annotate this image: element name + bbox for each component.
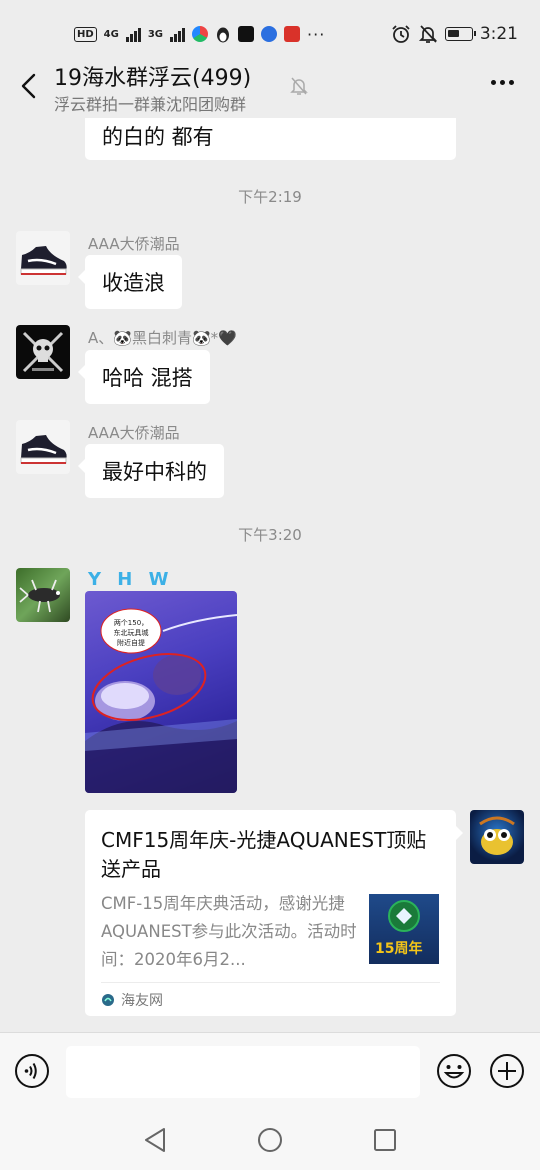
message-text: 的白的 都有 bbox=[102, 125, 214, 149]
hd-badge: HD bbox=[74, 26, 97, 42]
nav-back-icon[interactable] bbox=[142, 1126, 168, 1154]
paw-app-icon bbox=[261, 26, 278, 42]
source-name: 海友网 bbox=[121, 993, 163, 1009]
message-text: 最好中科的 bbox=[102, 460, 207, 484]
mute-bell-icon bbox=[290, 77, 308, 95]
status-right: 3:21 bbox=[391, 22, 518, 46]
input-bar bbox=[0, 1032, 540, 1112]
back-button[interactable] bbox=[12, 70, 44, 102]
app-notify-icon bbox=[192, 26, 209, 42]
avatar[interactable] bbox=[16, 231, 70, 285]
battery-icon bbox=[444, 27, 476, 41]
news-app-icon bbox=[284, 26, 301, 42]
sim2-type: 3G bbox=[147, 28, 164, 40]
sender-name: A、🐼黑白刺青🐼*🖤 bbox=[88, 329, 237, 347]
timestamp: 下午2:19 bbox=[238, 188, 302, 206]
source-logo-icon bbox=[102, 994, 114, 1006]
sender-name: AAA大侨潮品 bbox=[88, 424, 180, 442]
message-bubble[interactable]: 最好中科的 bbox=[78, 444, 224, 498]
avatar[interactable] bbox=[16, 325, 70, 379]
music-app-icon bbox=[238, 26, 255, 42]
link-card[interactable]: CMF15周年庆-光捷AQUANEST顶贴送产品 CMF-15周年庆典活动，感谢… bbox=[85, 810, 463, 1016]
signal-2-icon bbox=[170, 26, 186, 42]
nav-recent-icon[interactable] bbox=[372, 1127, 398, 1153]
aquarium-photo: 两个150， 东北玩具城 附近自提 bbox=[85, 608, 237, 793]
message-text: 哈哈 混搭 bbox=[102, 366, 193, 390]
chat-title[interactable]: 19海水群浮云(499) bbox=[54, 60, 251, 92]
my-avatar[interactable] bbox=[470, 810, 524, 864]
skull-avatar-icon bbox=[22, 331, 64, 373]
svg-text:附近自提: 附近自提 bbox=[117, 638, 145, 647]
sim1-type: 4G bbox=[103, 28, 119, 40]
message-input[interactable] bbox=[66, 1046, 420, 1098]
emoji-icon[interactable] bbox=[436, 1053, 472, 1089]
image-message[interactable]: 两个150， 东北玩具城 附近自提 bbox=[85, 591, 237, 793]
thumb-text: 15周年 bbox=[375, 941, 423, 957]
avatar[interactable] bbox=[16, 420, 70, 474]
svg-text:东北玩具城: 东北玩具城 bbox=[114, 628, 149, 637]
link-card-description: CMF-15周年庆典活动，感谢光捷AQUANEST参与此次活动。活动时间：202… bbox=[101, 894, 357, 969]
more-options-button[interactable] bbox=[491, 80, 514, 85]
alarm-icon bbox=[392, 25, 410, 43]
link-card-divider bbox=[101, 982, 440, 983]
status-bar: HD 4G 3G ··· 3:21 bbox=[0, 0, 540, 66]
back-arrow-icon bbox=[21, 73, 36, 99]
more-notifications-icon: ··· bbox=[307, 24, 326, 44]
message-text: 收造浪 bbox=[102, 271, 165, 295]
svg-text:两个150，: 两个150， bbox=[114, 619, 148, 627]
shrimp-avatar-icon bbox=[19, 579, 60, 613]
signal-1-icon bbox=[125, 26, 141, 42]
nav-home-icon[interactable] bbox=[257, 1126, 283, 1154]
voice-icon[interactable] bbox=[14, 1053, 50, 1089]
sneaker-avatar-icon bbox=[20, 246, 67, 275]
message-bubble[interactable]: 哈哈 混搭 bbox=[78, 350, 210, 404]
message-list[interactable]: 的白的 都有 下午2:19 AAA大侨潮品 收造浪 A、🐼黑白刺青🐼*🖤 哈哈 … bbox=[0, 118, 540, 1032]
plus-icon[interactable] bbox=[489, 1053, 525, 1089]
link-card-source: 海友网 bbox=[101, 990, 163, 1010]
message-bubble-partial[interactable]: 的白的 都有 bbox=[85, 118, 456, 160]
avatar[interactable] bbox=[16, 568, 70, 622]
sender-name: Y H W bbox=[88, 569, 174, 590]
fish-avatar-icon bbox=[479, 816, 515, 855]
system-nav-bar bbox=[0, 1112, 540, 1170]
sender-name: AAA大侨潮品 bbox=[88, 235, 180, 253]
status-left: HD 4G 3G ··· bbox=[74, 22, 325, 46]
link-card-title: CMF15周年庆-光捷AQUANEST顶贴送产品 bbox=[101, 828, 427, 881]
message-bubble[interactable]: 收造浪 bbox=[78, 255, 182, 309]
timestamp: 下午3:20 bbox=[238, 526, 302, 544]
chat-subtitle: 浮云群拍一群兼沈阳团购群 bbox=[54, 95, 247, 114]
do-not-disturb-icon bbox=[418, 25, 437, 43]
penguin-icon bbox=[217, 27, 230, 42]
chat-header: 19海水群浮云(499) 浮云群拍一群兼沈阳团购群 bbox=[0, 58, 540, 118]
sneaker-avatar-icon bbox=[20, 435, 67, 464]
link-card-thumbnail: 15周年 bbox=[369, 894, 439, 964]
status-time: 3:21 bbox=[479, 24, 518, 44]
